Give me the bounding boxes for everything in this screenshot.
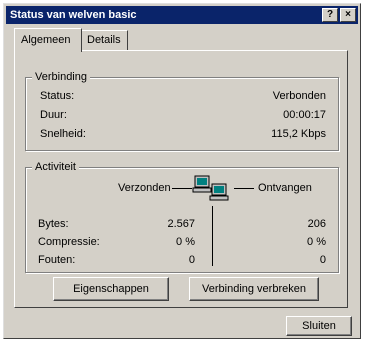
close-icon[interactable]: × [340,8,356,22]
window-title: Status van welven basic [10,9,137,21]
speed-row: Snelheid: 115,2 Kbps [40,128,326,142]
tab-panel: Verbinding Status: Verbonden Duur: 00:00… [14,50,348,308]
duration-row: Duur: 00:00:17 [40,109,326,123]
duration-value: 00:00:17 [283,109,326,121]
duration-label: Duur: [40,109,67,121]
errors-label: Fouten: [38,254,76,266]
close-button[interactable]: Sluiten [286,316,352,336]
status-label: Status: [40,90,75,102]
received-line [234,188,254,189]
compression-sent-value: 0 % [176,236,195,248]
help-icon[interactable]: ? [322,8,338,22]
speed-value: 115,2 Kbps [271,128,326,140]
disconnect-button[interactable]: Verbinding verbreken [189,277,319,301]
status-row: Status: Verbonden [40,90,326,104]
title-bar[interactable]: Status van welven basic ? × [6,6,358,24]
bytes-label: Bytes: [38,218,69,230]
tab-details[interactable]: Details [80,30,128,50]
status-value: Verbonden [272,90,326,102]
speed-label: Snelheid: [40,128,86,140]
status-dialog: Status van welven basic ? × Algemeen Det… [3,3,361,339]
activity-divider [212,206,213,266]
bytes-received-value: 206 [307,218,326,230]
errors-sent-value: 0 [188,254,195,266]
compression-received-value: 0 % [307,236,326,248]
properties-button[interactable]: Eigenschappen [53,277,169,301]
network-computers-icon [192,174,232,204]
compression-label: Compressie: [38,236,100,248]
connection-legend: Verbinding [32,71,90,83]
errors-received-value: 0 [319,254,326,266]
tab-algemeen[interactable]: Algemeen [14,28,82,52]
received-label: Ontvangen [258,182,312,194]
connection-group: Verbinding Status: Verbonden Duur: 00:00… [25,71,339,151]
activity-group: Activiteit Verzonden Ontvangen Bytes: 2.… [25,161,339,273]
bytes-sent-value: 2.567 [167,218,195,230]
sent-line [172,188,192,189]
sent-label: Verzonden [118,182,171,194]
activity-legend: Activiteit [32,161,79,173]
